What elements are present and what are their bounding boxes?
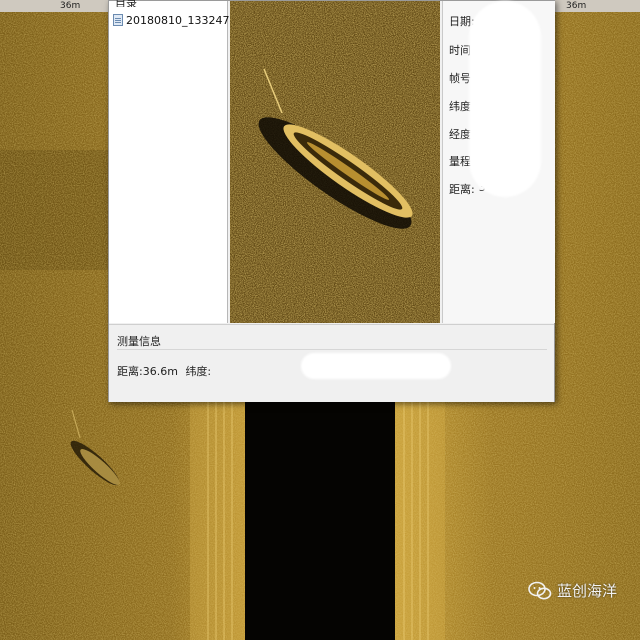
- distance-value: 36.6m: [142, 365, 178, 378]
- file-icon: [113, 14, 123, 26]
- redaction-mark: [469, 1, 541, 197]
- target-preview-image: [230, 1, 440, 323]
- watermark-text: 蓝创海洋: [557, 582, 618, 600]
- target-dialog: 目录 20180810_133247.TGT 日期: 时间: 帧号: 纬度: 经…: [108, 0, 555, 402]
- watermark: 蓝创海洋: [528, 580, 617, 601]
- wechat-icon: [528, 581, 552, 599]
- ruler-label: 36m: [60, 1, 81, 11]
- target-file-list[interactable]: 目录 20180810_133247.TGT: [109, 0, 255, 323]
- range-ruler-left: 36m: [0, 0, 108, 12]
- range-ruler-right: 36m: [553, 0, 640, 12]
- ruler-label: 36m: [566, 1, 587, 11]
- file-list-header: 目录: [115, 0, 137, 7]
- measure-values: 距离:36.6m 纬度:: [117, 363, 211, 379]
- divider: [117, 349, 547, 350]
- measure-panel-title: 测量信息: [117, 335, 161, 348]
- latitude-label: 纬度:: [185, 365, 212, 378]
- measure-panel: 测量信息 距离:36.6m 纬度:: [109, 324, 554, 402]
- redaction-mark: [301, 353, 451, 379]
- distance-label: 距离:: [117, 365, 143, 378]
